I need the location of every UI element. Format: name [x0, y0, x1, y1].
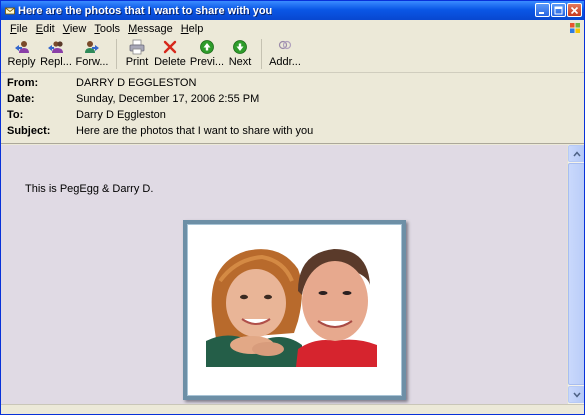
menu-message[interactable]: Message — [124, 23, 177, 35]
scroll-up-arrow-icon — [572, 150, 581, 156]
windows-flag-icon — [570, 23, 580, 33]
toolbar-separator — [116, 39, 117, 69]
maximize-icon — [554, 6, 563, 14]
menu-view[interactable]: View — [59, 23, 91, 35]
couple-photo-image — [206, 241, 377, 367]
subject-value: Here are the photos that I want to share… — [76, 125, 314, 137]
message-headers: From: DARRY D EGGLESTON Date: Sunday, De… — [1, 74, 584, 144]
forward-icon — [85, 41, 99, 53]
title-bar[interactable]: Here are the photos that I want to share… — [1, 1, 584, 20]
previous-button[interactable]: Previ... — [189, 37, 225, 71]
printer-icon — [129, 39, 145, 55]
header-to: To: Darry D Eggleston — [7, 107, 584, 123]
menu-bar: File Edit View Tools Message Help — [1, 20, 584, 37]
menu-help[interactable]: Help — [177, 23, 208, 35]
close-icon — [570, 6, 579, 14]
envelope-icon — [5, 7, 15, 14]
header-from: From: DARRY D EGGLESTON — [7, 75, 584, 91]
reply-button[interactable]: Reply — [5, 37, 38, 71]
menu-tools[interactable]: Tools — [90, 23, 124, 35]
photo-frame — [183, 220, 406, 400]
header-subject: Subject: Here are the photos that I want… — [7, 123, 584, 139]
reply-icon — [14, 41, 29, 53]
from-value[interactable]: DARRY D EGGLESTON — [57, 77, 196, 89]
header-date: Date: Sunday, December 17, 2006 2:55 PM — [7, 91, 584, 107]
print-button[interactable]: Print — [123, 37, 151, 71]
subject-label: Subject: — [7, 125, 51, 137]
to-label: To: — [7, 109, 24, 121]
message-body[interactable]: This is PegEgg & Darry D. — [1, 145, 567, 404]
attached-photo[interactable] — [206, 241, 377, 367]
minimize-icon — [539, 11, 544, 14]
toolbar: Reply Repl... Forw... Print Delete Previ… — [1, 37, 584, 73]
message-text: This is PegEgg & Darry D. — [25, 183, 154, 195]
addresses-button[interactable]: Addr... — [268, 37, 302, 71]
reply-all-button[interactable]: Repl... — [38, 37, 74, 71]
toolbar-separator — [261, 39, 262, 69]
forward-button[interactable]: Forw... — [74, 37, 110, 71]
next-arrow-icon — [233, 40, 247, 54]
scroll-up-button[interactable] — [568, 145, 584, 162]
status-bar — [1, 404, 584, 414]
vertical-scrollbar[interactable] — [567, 145, 584, 404]
to-value[interactable]: Darry D Eggleston — [57, 109, 166, 121]
previous-arrow-icon — [200, 40, 214, 54]
scroll-down-arrow-icon — [572, 392, 581, 398]
window-title: Here are the photos that I want to share… — [18, 4, 273, 17]
date-label: Date: — [7, 93, 35, 105]
close-button[interactable] — [567, 3, 582, 17]
from-label: From: — [7, 77, 39, 89]
window-controls — [535, 3, 582, 17]
delete-x-icon — [163, 40, 177, 54]
next-button[interactable]: Next — [225, 37, 255, 71]
address-book-icon — [278, 40, 292, 50]
menu-file[interactable]: File — [6, 23, 32, 35]
delete-button[interactable]: Delete — [151, 37, 189, 71]
scrollbar-thumb[interactable] — [568, 163, 584, 385]
email-window: Here are the photos that I want to share… — [0, 0, 585, 415]
date-value: Sunday, December 17, 2006 2:55 PM — [76, 93, 260, 105]
scroll-down-button[interactable] — [568, 386, 584, 403]
menu-edit[interactable]: Edit — [32, 23, 59, 35]
minimize-button[interactable] — [535, 3, 550, 17]
maximize-button[interactable] — [551, 3, 566, 17]
reply-all-icon — [48, 41, 63, 53]
